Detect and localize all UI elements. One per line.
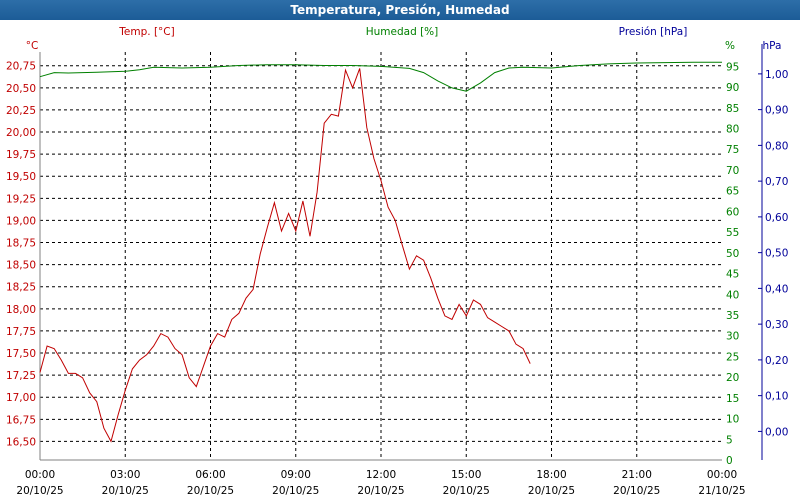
temperature-tick-label: 17,25 <box>6 370 36 382</box>
temperature-tick-label: 20,00 <box>6 127 36 139</box>
pressure-axis-title: Presión [hPa] <box>619 26 688 38</box>
x-tick-date-label: 20/10/25 <box>528 485 575 497</box>
temperature-tick-label: 18,50 <box>6 260 36 272</box>
temperature-unit-label: °C <box>26 40 39 52</box>
temperature-tick-label: 18,75 <box>6 238 36 250</box>
temperature-tick-label: 19,75 <box>6 149 36 161</box>
humidity-tick-label: 40 <box>726 289 739 301</box>
chart-title: Temperatura, Presión, Humedad <box>0 0 800 20</box>
humidity-tick-label: 90 <box>726 82 739 94</box>
temperature-tick-label: 19,25 <box>6 193 36 205</box>
humidity-tick-label: 60 <box>726 206 739 218</box>
x-tick-date-label: 20/10/25 <box>16 485 63 497</box>
humidity-tick-label: 15 <box>726 393 739 405</box>
humidity-tick-label: 65 <box>726 186 739 198</box>
temperature-tick-label: 16,50 <box>6 436 36 448</box>
x-tick-date-label: 20/10/25 <box>272 485 319 497</box>
x-tick-date-label: 20/10/25 <box>187 485 234 497</box>
humidity-tick-label: 35 <box>726 310 739 322</box>
humidity-tick-label: 55 <box>726 227 739 239</box>
temperature-tick-label: 19,50 <box>6 171 36 183</box>
humidity-tick-label: 20 <box>726 372 739 384</box>
humidity-tick-label: 95 <box>726 61 739 73</box>
temperature-tick-label: 17,50 <box>6 348 36 360</box>
humidity-tick-label: 80 <box>726 124 739 136</box>
x-tick-time-label: 09:00 <box>281 469 311 481</box>
temperature-tick-label: 17,00 <box>6 392 36 404</box>
humidity-tick-label: 75 <box>726 144 739 156</box>
x-tick-time-label: 18:00 <box>536 469 566 481</box>
chart-window: Temperatura, Presión, Humedad 16,50 16,75… <box>0 0 800 500</box>
humidity-tick-label: 5 <box>726 434 733 446</box>
pressure-tick-label: 0,00 <box>765 426 788 438</box>
x-tick-time-label: 06:00 <box>195 469 225 481</box>
temperature-tick-label: 20,50 <box>6 83 36 95</box>
temperature-tick-label: 16,75 <box>6 414 36 426</box>
pressure-tick-label: 0,10 <box>765 391 788 403</box>
pressure-tick-label: 0,20 <box>765 355 788 367</box>
humidity-axis-title: Humedad [%] <box>366 26 439 38</box>
pressure-tick-label: 0,70 <box>765 176 788 188</box>
humidity-tick-label: 0 <box>726 455 733 467</box>
x-tick-date-label: 20/10/25 <box>613 485 660 497</box>
humidity-tick-label: 30 <box>726 331 739 343</box>
humidity-tick-label: 70 <box>726 165 739 177</box>
temperature-tick-label: 18,25 <box>6 282 36 294</box>
pressure-tick-label: 0,30 <box>765 319 788 331</box>
x-tick-time-label: 03:00 <box>110 469 140 481</box>
pressure-tick-label: 0,90 <box>765 105 788 117</box>
pressure-unit-label: hPa <box>763 40 782 52</box>
temperature-tick-label: 19,00 <box>6 215 36 227</box>
temperature-tick-label: 18,00 <box>6 304 36 316</box>
humidity-tick-label: 45 <box>726 269 739 281</box>
humidity-tick-label: 25 <box>726 351 739 363</box>
x-tick-date-label: 20/10/25 <box>443 485 490 497</box>
x-tick-time-label: 00:00 <box>25 469 55 481</box>
x-tick-date-label: 20/10/25 <box>357 485 404 497</box>
x-tick-time-label: 21:00 <box>622 469 652 481</box>
pressure-tick-label: 0,60 <box>765 212 788 224</box>
x-tick-date-label: 21/10/25 <box>698 485 745 497</box>
temperature-tick-label: 17,75 <box>6 326 36 338</box>
temperature-tick-label: 20,25 <box>6 105 36 117</box>
pressure-tick-label: 0,80 <box>765 140 788 152</box>
temperature-tick-label: 20,75 <box>6 61 36 73</box>
pressure-tick-label: 0,40 <box>765 283 788 295</box>
x-tick-time-label: 15:00 <box>451 469 481 481</box>
pressure-tick-label: 1,00 <box>765 69 788 81</box>
humidity-tick-label: 50 <box>726 248 739 260</box>
pressure-tick-label: 0,50 <box>765 248 788 260</box>
humidity-tick-label: 10 <box>726 414 739 426</box>
temperature-axis-title: Temp. [°C] <box>118 26 174 38</box>
humidity-tick-label: 85 <box>726 103 739 115</box>
humidity-unit-label: % <box>725 40 735 52</box>
x-tick-date-label: 20/10/25 <box>102 485 149 497</box>
x-tick-time-label: 12:00 <box>366 469 396 481</box>
x-tick-time-label: 00:00 <box>707 469 737 481</box>
chart-area: 16,50 16,75 17,00 17,25 17,50 17,75 18,00 18,25… <box>6 26 788 497</box>
